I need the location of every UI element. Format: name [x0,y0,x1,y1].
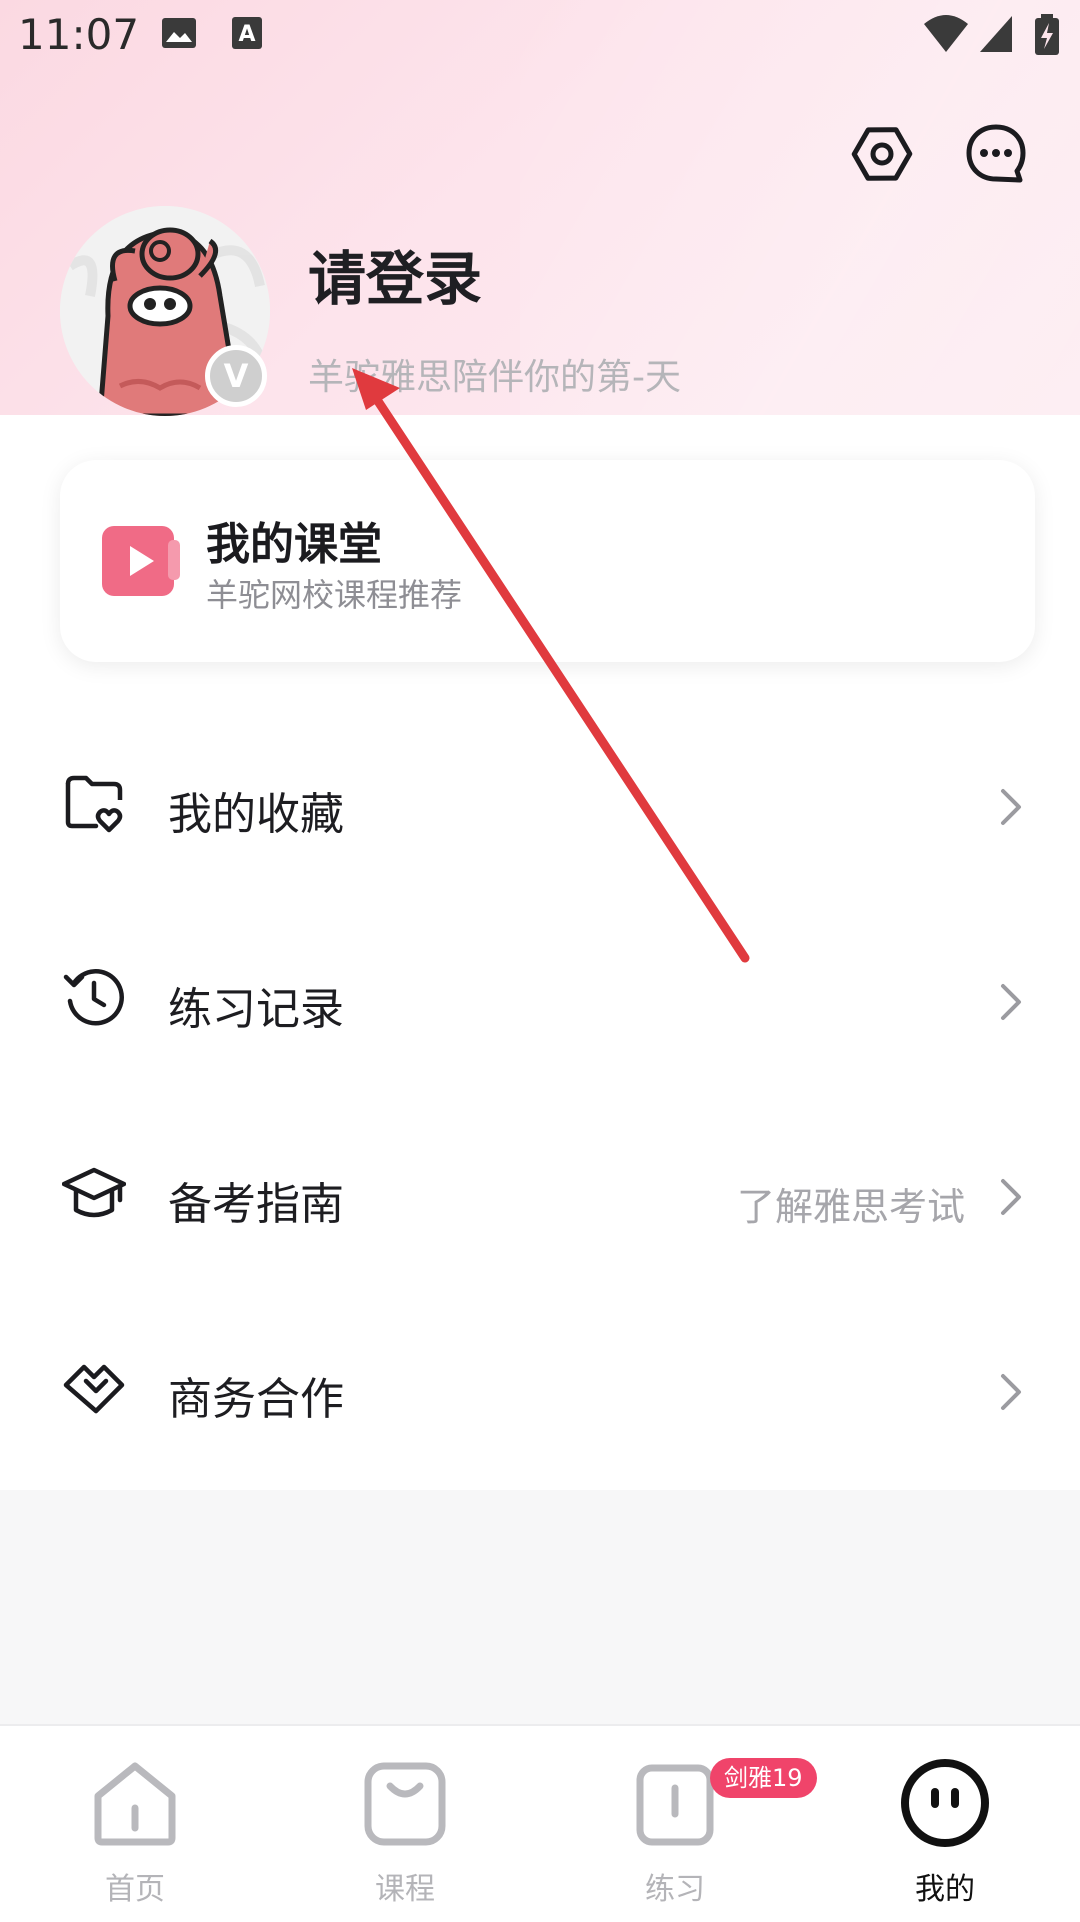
image-icon [162,18,196,48]
chevron-right-icon [1001,984,1021,1020]
login-title[interactable]: 请登录 [308,232,482,316]
video-play-icon [102,526,180,596]
profile-face-icon [901,1759,989,1847]
chevron-right-icon [1001,1374,1021,1410]
tab-label: 首页 [105,1872,165,1907]
home-icon [94,1762,176,1846]
tab-label: 我的 [915,1872,975,1907]
folder-heart-icon [65,775,123,833]
menu-item-business[interactable]: 商务合作 [0,1315,1080,1465]
menu-label: 备考指南 [168,1179,344,1230]
tab-mine[interactable]: 我的 [810,1726,1080,1922]
classroom-title: 我的课堂 [206,519,382,570]
bottom-tab-bar: 首页 课程 剑雅19 练习 我的 [0,1724,1080,1922]
practice-book-icon [636,1764,714,1846]
classroom-subtitle: 羊驼网校课程推荐 [206,576,463,614]
companion-days-text: 羊驼雅思陪伴你的第-天 [308,357,681,398]
course-bag-icon [364,1762,446,1846]
graduation-cap-icon [62,1167,126,1218]
status-time: 11:07 [18,10,140,59]
menu-label: 商务合作 [168,1374,344,1425]
chevron-right-icon [1001,789,1021,825]
wifi-icon [924,15,968,52]
handshake-icon [63,1364,125,1414]
settings-icon[interactable] [850,122,914,186]
tab-label: 练习 [645,1872,705,1907]
chevron-right-icon [1001,1179,1021,1215]
signal-icon [980,16,1012,52]
tab-label: 课程 [375,1872,435,1907]
menu-item-favorites[interactable]: 我的收藏 [0,730,1080,880]
tab-course[interactable]: 课程 [270,1726,540,1922]
history-icon [63,969,124,1026]
status-bar: 11:07 A [0,0,1080,72]
menu-item-exam-guide[interactable]: 备考指南 了解雅思考试 [0,1120,1080,1270]
menu-label: 我的收藏 [168,789,344,840]
menu-label: 练习记录 [168,984,344,1035]
font-icon: A [232,17,262,49]
tab-home[interactable]: 首页 [0,1726,270,1922]
battery-charging-icon [1035,14,1059,55]
practice-badge: 剑雅19 [710,1758,817,1798]
exam-guide-hint: 了解雅思考试 [736,1185,965,1229]
my-classroom-card[interactable]: 我的课堂 羊驼网校课程推荐 [60,460,1035,662]
tab-practice[interactable]: 剑雅19 练习 [540,1726,817,1922]
menu-item-practice-history[interactable]: 练习记录 [0,925,1080,1075]
svg-text:A: A [238,22,255,47]
message-icon[interactable] [964,122,1028,186]
verified-badge: V [205,345,267,407]
